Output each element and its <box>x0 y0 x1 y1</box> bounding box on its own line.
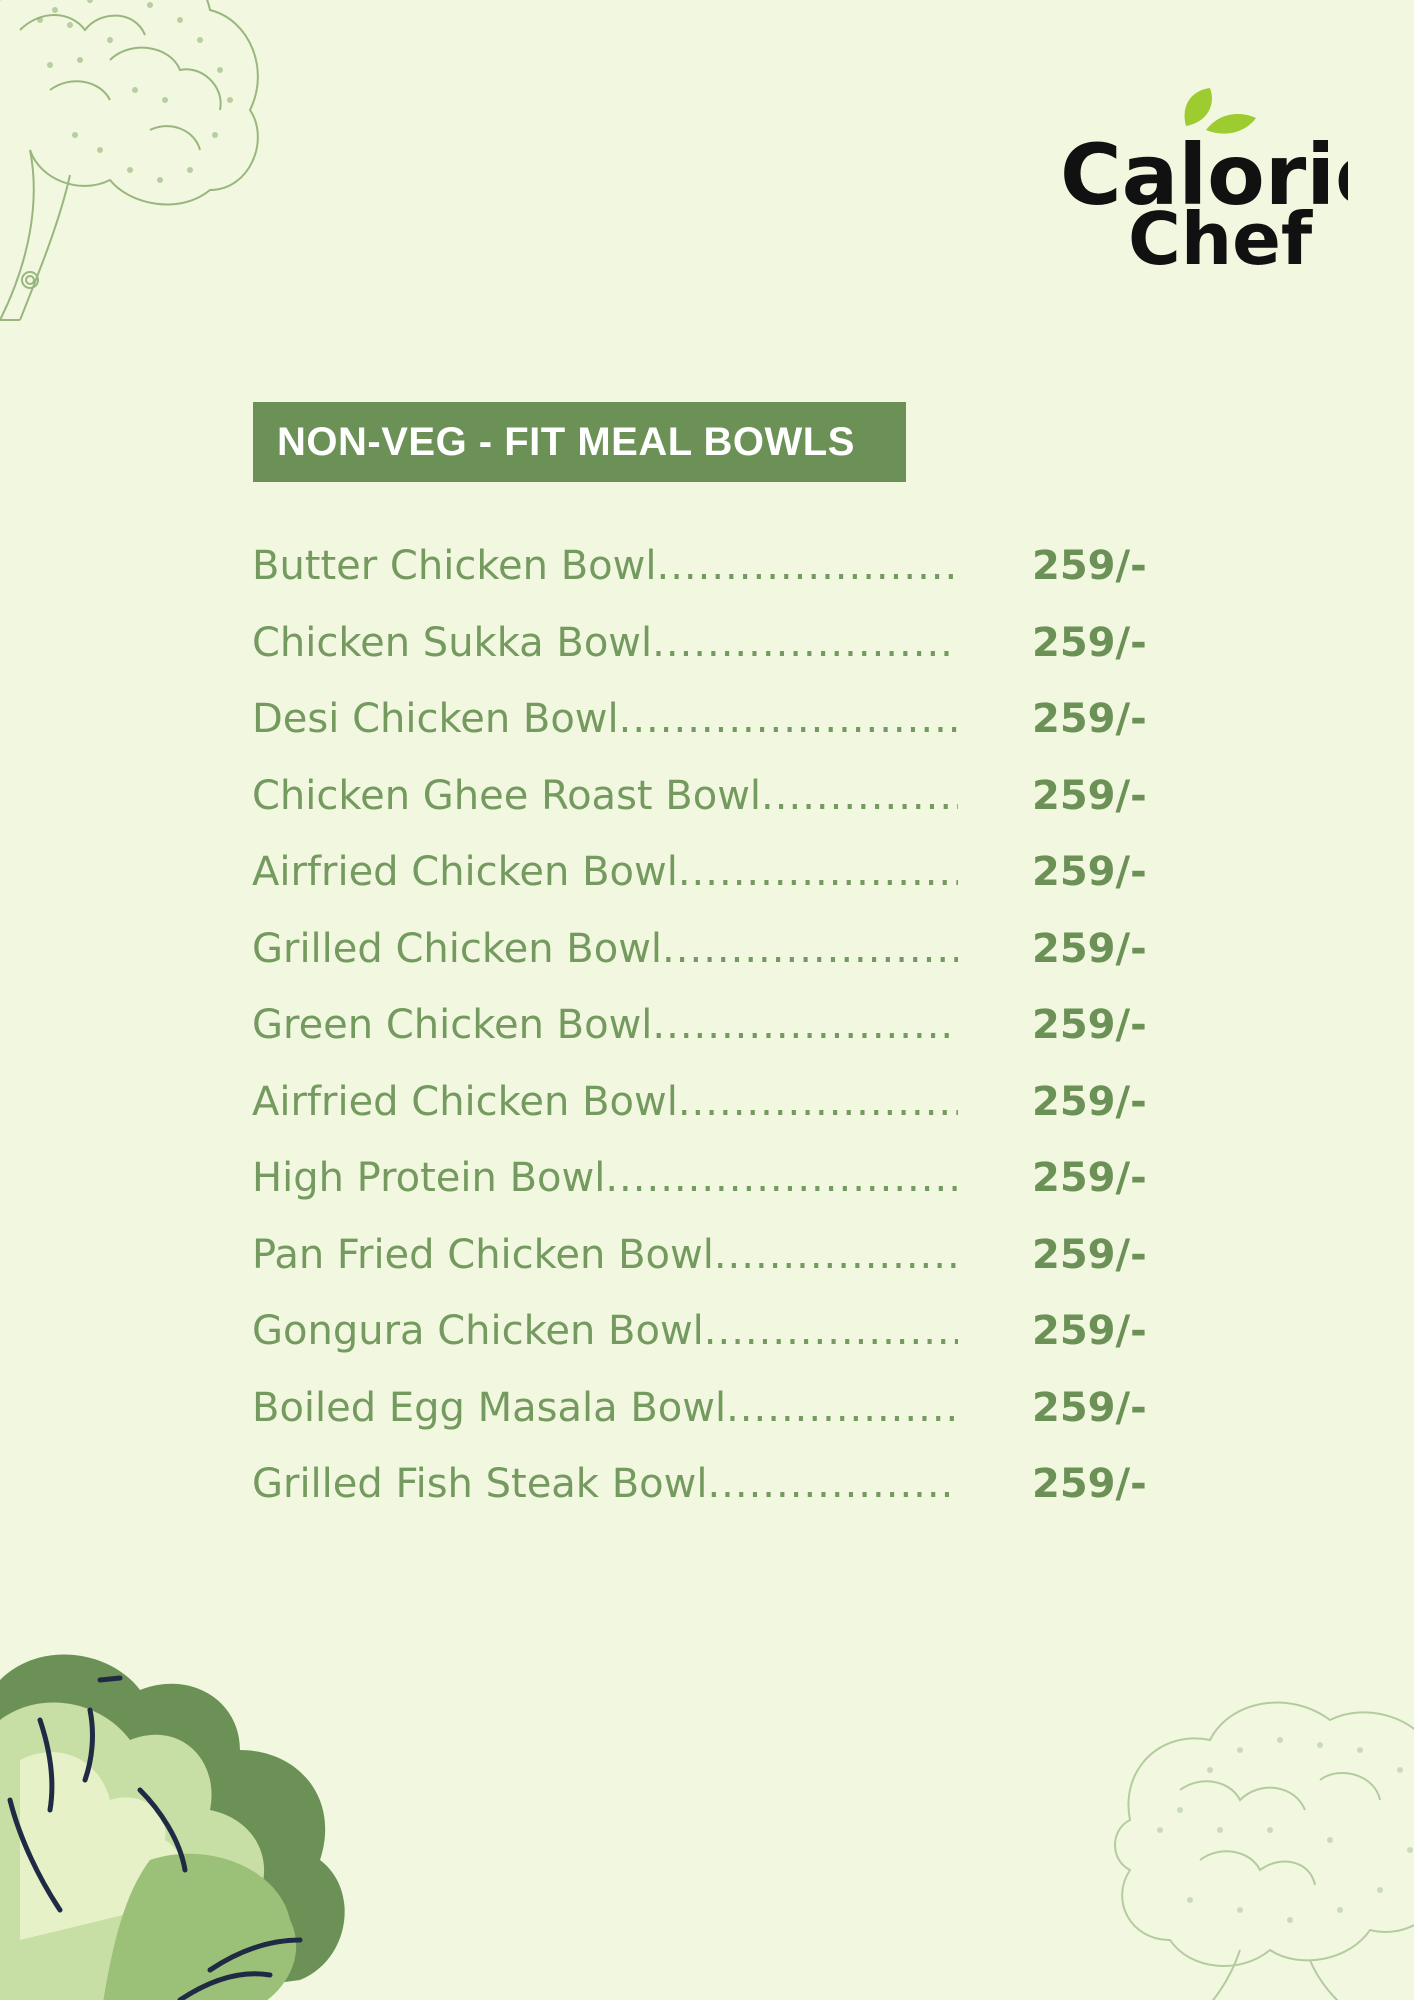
menu-item: Airfried Chicken Bowl 259/- <box>252 1064 1172 1141</box>
menu-item-price: 259/- <box>1032 1384 1147 1431</box>
menu-item: Desi Chicken Bowl 259/- <box>252 681 1172 758</box>
menu-item: Chicken Sukka Bowl 259/- <box>252 605 1172 682</box>
menu-item-name: Boiled Egg Masala Bowl <box>252 1385 958 1431</box>
menu-item-name: Airfried Chicken Bowl <box>252 1079 958 1125</box>
lettuce-illustration <box>0 1654 345 2000</box>
menu-item-name: Green Chicken Bowl <box>252 1002 958 1048</box>
menu-item-price: 259/- <box>1032 925 1147 972</box>
menu-item-price: 259/- <box>1032 1002 1147 1049</box>
menu-item-price: 259/- <box>1032 1155 1147 1202</box>
menu-item-price: 259/- <box>1032 543 1147 590</box>
menu-item-price: 259/- <box>1032 849 1147 896</box>
menu-item-name: Pan Fried Chicken Bowl <box>252 1232 958 1278</box>
menu-item-name: High Protein Bowl <box>252 1155 958 1201</box>
menu-item-price: 259/- <box>1032 619 1147 666</box>
menu-item: Chicken Ghee Roast Bowl 259/- <box>252 758 1172 835</box>
menu-item-name: Butter Chicken Bowl <box>252 543 958 589</box>
menu-page: Calorie Chef NON-VEG - FIT MEAL BOWLS Bu… <box>0 0 1414 2000</box>
menu-item-price: 259/- <box>1032 1231 1147 1278</box>
menu-item-price: 259/- <box>1032 772 1147 819</box>
menu-item-name: Grilled Chicken Bowl <box>252 926 958 972</box>
menu-item-price: 259/- <box>1032 696 1147 743</box>
menu-item-price: 259/- <box>1032 1308 1147 1355</box>
menu-item-name: Airfried Chicken Bowl <box>252 849 958 895</box>
menu-item-name: Chicken Ghee Roast Bowl <box>252 773 958 819</box>
calorie-chef-logo: Calorie Chef <box>1060 88 1348 276</box>
section-title: NON-VEG - FIT MEAL BOWLS <box>277 419 855 464</box>
menu-item: Grilled Fish Steak Bowl 259/- <box>252 1446 1172 1523</box>
menu-item-price: 259/- <box>1032 1078 1147 1125</box>
menu-item-name: Chicken Sukka Bowl <box>252 620 958 666</box>
menu-item-price: 259/- <box>1032 1461 1147 1508</box>
broccoli-illustration-top-left <box>0 0 259 321</box>
section-header: NON-VEG - FIT MEAL BOWLS <box>253 402 906 482</box>
broccoli-illustration-bottom-right <box>1114 1701 1414 2000</box>
menu-list: Butter Chicken Bowl 259/- Chicken Sukka … <box>252 528 1172 1523</box>
menu-item: High Protein Bowl 259/- <box>252 1140 1172 1217</box>
menu-item-name: Gongura Chicken Bowl <box>252 1308 958 1354</box>
menu-item: Airfried Chicken Bowl 259/- <box>252 834 1172 911</box>
menu-item: Green Chicken Bowl 259/- <box>252 987 1172 1064</box>
menu-item-name: Desi Chicken Bowl <box>252 696 958 742</box>
menu-item: Boiled Egg Masala Bowl 259/- <box>252 1370 1172 1447</box>
menu-item-name: Grilled Fish Steak Bowl <box>252 1461 958 1507</box>
menu-item: Gongura Chicken Bowl 259/- <box>252 1293 1172 1370</box>
menu-item: Butter Chicken Bowl 259/- <box>252 528 1172 605</box>
menu-item: Pan Fried Chicken Bowl 259/- <box>252 1217 1172 1294</box>
logo-text-chef: Chef <box>1128 197 1313 276</box>
menu-item: Grilled Chicken Bowl 259/- <box>252 911 1172 988</box>
